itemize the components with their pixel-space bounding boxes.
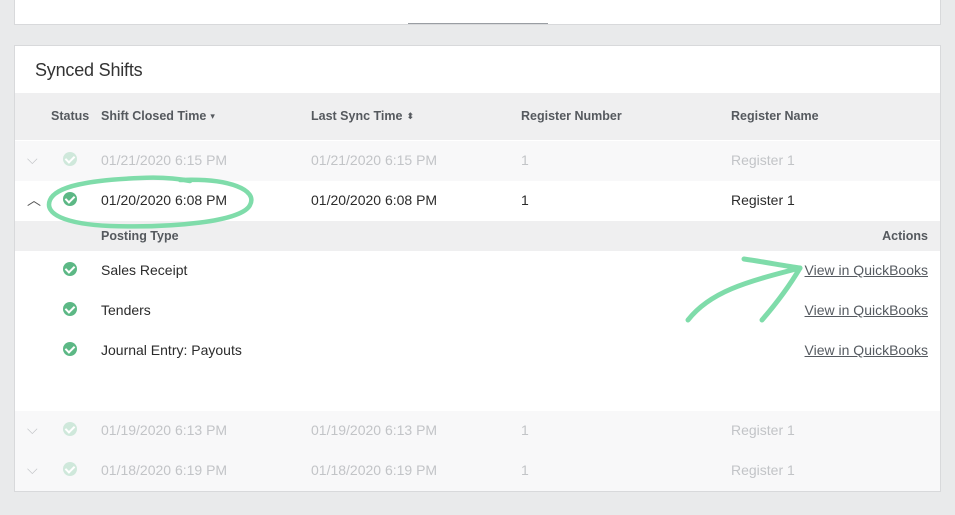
header-status: Status — [51, 109, 90, 123]
table-row[interactable]: ⌵ 01/21/2020 6:15 PM 01/21/2020 6:15 PM … — [15, 141, 940, 181]
register-number: 1 — [521, 152, 529, 168]
register-name: Register 1 — [731, 192, 795, 208]
header-last-sync-time[interactable]: Last Sync Time ⬍ — [311, 109, 414, 123]
check-circle-icon — [63, 302, 77, 316]
table-row-expanded[interactable]: ︿ 01/20/2020 6:08 PM 01/20/2020 6:08 PM … — [15, 181, 940, 221]
posting-row: Journal Entry: Payouts View in QuickBook… — [15, 331, 940, 371]
posting-type: Tenders — [101, 302, 151, 318]
synced-shifts-card: Synced Shifts Status Shift Closed Time ▾ … — [14, 45, 941, 492]
chevron-down-icon[interactable]: ⌵ — [27, 421, 38, 438]
posting-row: Sales Receipt View in QuickBooks — [15, 251, 940, 291]
sort-desc-icon[interactable]: ▾ — [210, 111, 215, 122]
view-in-quickbooks-link[interactable]: View in QuickBooks — [805, 262, 928, 278]
posting-details-header: Posting Type Actions — [15, 221, 940, 251]
header-shift-closed-label: Shift Closed Time — [101, 109, 207, 123]
register-number: 1 — [521, 462, 529, 478]
register-number: 1 — [521, 422, 529, 438]
table-row[interactable]: ⌵ 01/19/2020 6:13 PM 01/19/2020 6:13 PM … — [15, 411, 940, 451]
shift-closed-time: 01/18/2020 6:19 PM — [101, 462, 228, 478]
section-title: Synced Shifts — [35, 60, 143, 80]
check-circle-icon — [63, 462, 77, 476]
chevron-down-icon[interactable]: ⌵ — [27, 461, 38, 478]
view-in-quickbooks-link[interactable]: View in QuickBooks — [805, 342, 928, 358]
header-posting-type: Posting Type — [101, 229, 179, 243]
shift-closed-time: 01/20/2020 6:08 PM — [101, 192, 228, 208]
sort-icon[interactable]: ⬍ — [406, 111, 414, 122]
check-circle-icon — [63, 422, 77, 436]
last-sync-time: 01/21/2020 6:15 PM — [311, 152, 438, 168]
table-row[interactable]: ⌵ 01/18/2020 6:19 PM 01/18/2020 6:19 PM … — [15, 451, 940, 491]
posting-type: Sales Receipt — [101, 262, 188, 278]
previous-card-scrollbar — [408, 23, 548, 24]
check-circle-icon — [63, 342, 77, 356]
view-in-quickbooks-link[interactable]: View in QuickBooks — [805, 302, 928, 318]
chevron-up-icon[interactable]: ︿ — [27, 190, 41, 210]
header-register-name: Register Name — [731, 109, 819, 123]
header-last-sync-label: Last Sync Time — [311, 109, 403, 123]
header-actions: Actions — [882, 229, 928, 243]
register-number: 1 — [521, 192, 529, 208]
register-name: Register 1 — [731, 152, 795, 168]
header-register-number: Register Number — [521, 109, 622, 123]
register-name: Register 1 — [731, 462, 795, 478]
shift-closed-time: 01/21/2020 6:15 PM — [101, 152, 228, 168]
chevron-down-icon[interactable]: ⌵ — [27, 151, 38, 168]
last-sync-time: 01/19/2020 6:13 PM — [311, 422, 438, 438]
previous-card — [14, 0, 941, 25]
shift-closed-time: 01/19/2020 6:13 PM — [101, 422, 228, 438]
header-shift-closed-time[interactable]: Shift Closed Time ▾ — [101, 109, 215, 123]
check-circle-icon — [63, 152, 77, 166]
last-sync-time: 01/18/2020 6:19 PM — [311, 462, 438, 478]
register-name: Register 1 — [731, 422, 795, 438]
posting-type: Journal Entry: Payouts — [101, 342, 242, 358]
check-circle-icon — [63, 192, 77, 206]
check-circle-icon — [63, 262, 77, 276]
table-header: Status Shift Closed Time ▾ Last Sync Time… — [15, 93, 940, 140]
posting-row: Tenders View in QuickBooks — [15, 291, 940, 331]
last-sync-time: 01/20/2020 6:08 PM — [311, 192, 438, 208]
